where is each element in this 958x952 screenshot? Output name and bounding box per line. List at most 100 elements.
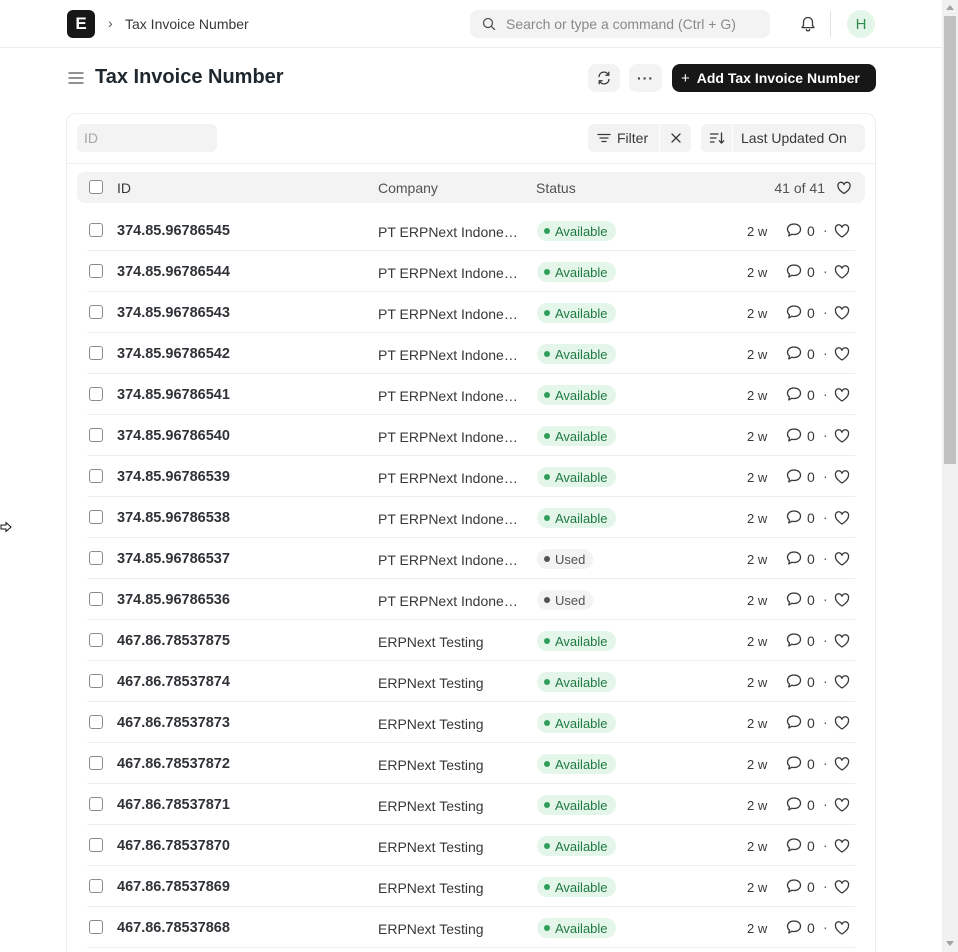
heart-icon[interactable]	[833, 837, 851, 855]
heart-icon[interactable]	[833, 550, 851, 568]
refresh-button[interactable]	[588, 64, 620, 92]
scrollbar-thumb[interactable]	[944, 16, 956, 464]
row-checkbox[interactable]	[89, 879, 103, 893]
row-checkbox[interactable]	[89, 510, 103, 524]
row-id-link[interactable]: 467.86.78537868	[117, 920, 230, 936]
row-checkbox[interactable]	[89, 551, 103, 565]
row-modified-time: 2 w	[747, 306, 768, 321]
list-row[interactable]: 467.86.78537874 ERPNext Testing Available 2…	[77, 661, 865, 702]
more-actions-button[interactable]: ···	[629, 64, 662, 92]
list-row[interactable]: 374.85.96786536 PT ERPNext Indonesia Used 2…	[77, 579, 865, 620]
list-row[interactable]: 467.86.78537872 ERPNext Testing Available 2…	[77, 743, 865, 784]
scroll-down-arrow-icon[interactable]	[946, 941, 954, 946]
list-row[interactable]: 374.85.96786542 PT ERPNext Indonesia Avail…	[77, 333, 865, 374]
row-modified-time: 2 w	[747, 921, 768, 936]
row-checkbox[interactable]	[89, 469, 103, 483]
list-row[interactable]: 374.85.96786537 PT ERPNext Indonesia Used 2…	[77, 538, 865, 579]
list-row[interactable]: 374.85.96786545 PT ERPNext Indonesia Avail…	[77, 210, 865, 251]
row-id-link[interactable]: 374.85.96786542	[117, 346, 230, 362]
app-logo[interactable]: E	[67, 10, 95, 38]
list-row[interactable]: 467.86.78537868 ERPNext Testing Available 2…	[77, 907, 865, 948]
row-id-link[interactable]: 467.86.78537869	[117, 879, 230, 895]
row-checkbox[interactable]	[89, 633, 103, 647]
row-id-link[interactable]: 374.85.96786537	[117, 551, 230, 567]
row-checkbox[interactable]	[89, 756, 103, 770]
row-id-link[interactable]: 467.86.78537874	[117, 674, 230, 690]
search-input[interactable]	[506, 16, 756, 32]
row-id-link[interactable]: 374.85.96786539	[117, 469, 230, 485]
heart-icon[interactable]	[836, 180, 852, 196]
list-row[interactable]: 374.85.96786538 PT ERPNext Indonesia Avail…	[77, 497, 865, 538]
row-checkbox[interactable]	[89, 674, 103, 688]
row-id-link[interactable]: 374.85.96786541	[117, 387, 230, 403]
awesomebar[interactable]	[470, 10, 770, 38]
heart-icon[interactable]	[833, 919, 851, 937]
breadcrumb-link[interactable]: Tax Invoice Number	[125, 16, 249, 32]
row-checkbox[interactable]	[89, 920, 103, 934]
bell-icon[interactable]	[798, 14, 818, 34]
status-badge: Available	[537, 836, 616, 856]
sidebar-toggle-icon[interactable]	[68, 70, 84, 86]
row-checkbox[interactable]	[89, 715, 103, 729]
add-tax-invoice-number-button[interactable]: + Add Tax Invoice Number	[672, 64, 876, 92]
separator-dot: ·	[823, 755, 828, 771]
sort-field-selector[interactable]: Last Updated On	[733, 124, 865, 152]
row-checkbox[interactable]	[89, 838, 103, 852]
select-all-checkbox[interactable]	[89, 180, 103, 194]
list-row[interactable]: 374.85.96786543 PT ERPNext Indonesia Avail…	[77, 292, 865, 333]
heart-icon[interactable]	[833, 386, 851, 404]
page-scrollbar[interactable]	[942, 0, 958, 952]
row-id-link[interactable]: 374.85.96786545	[117, 223, 230, 239]
row-id-link[interactable]: 374.85.96786540	[117, 428, 230, 444]
list-row[interactable]: 374.85.96786539 PT ERPNext Indonesia Avail…	[77, 456, 865, 497]
list-row[interactable]: 374.85.96786544 PT ERPNext Indonesia Avail…	[77, 251, 865, 292]
comment-icon	[786, 305, 802, 319]
heart-icon[interactable]	[833, 509, 851, 527]
row-checkbox[interactable]	[89, 592, 103, 606]
list-row[interactable]: 467.86.78537875 ERPNext Testing Available 2…	[77, 620, 865, 661]
row-checkbox[interactable]	[89, 223, 103, 237]
heart-icon[interactable]	[833, 222, 851, 240]
heart-icon[interactable]	[833, 673, 851, 691]
row-checkbox[interactable]	[89, 387, 103, 401]
row-comment-count: 0	[807, 879, 815, 895]
list-row[interactable]: 467.86.78537870 ERPNext Testing Available 2…	[77, 825, 865, 866]
row-checkbox[interactable]	[89, 797, 103, 811]
heart-icon[interactable]	[833, 468, 851, 486]
list-row[interactable]: 467.86.78537873 ERPNext Testing Available 2…	[77, 702, 865, 743]
row-id-link[interactable]: 467.86.78537873	[117, 715, 230, 731]
row-id-link[interactable]: 467.86.78537871	[117, 797, 230, 813]
row-checkbox[interactable]	[89, 305, 103, 319]
row-id-link[interactable]: 374.85.96786543	[117, 305, 230, 321]
filter-button[interactable]: Filter	[588, 124, 659, 152]
heart-icon[interactable]	[833, 714, 851, 732]
row-id-link[interactable]: 467.86.78537875	[117, 633, 230, 649]
row-id-link[interactable]: 374.85.96786538	[117, 510, 230, 526]
list-row[interactable]: 374.85.96786540 PT ERPNext Indonesia Avail…	[77, 415, 865, 456]
sort-direction-button[interactable]	[701, 124, 732, 152]
heart-icon[interactable]	[833, 755, 851, 773]
heart-icon[interactable]	[833, 304, 851, 322]
heart-icon[interactable]	[833, 796, 851, 814]
heart-icon[interactable]	[833, 263, 851, 281]
row-checkbox[interactable]	[89, 264, 103, 278]
user-avatar[interactable]: H	[847, 10, 875, 38]
row-id-link[interactable]: 374.85.96786544	[117, 264, 230, 280]
row-id-link[interactable]: 374.85.96786536	[117, 592, 230, 608]
heart-icon[interactable]	[833, 878, 851, 896]
clear-filters-button[interactable]	[660, 124, 691, 152]
row-id-link[interactable]: 467.86.78537870	[117, 838, 230, 854]
row-checkbox[interactable]	[89, 346, 103, 360]
heart-icon[interactable]	[833, 632, 851, 650]
id-filter-input[interactable]	[77, 124, 217, 152]
row-id-link[interactable]: 467.86.78537872	[117, 756, 230, 772]
list-row[interactable]: 467.86.78537869 ERPNext Testing Available 2…	[77, 866, 865, 907]
heart-icon[interactable]	[833, 427, 851, 445]
row-company: ERPNext Testing	[378, 839, 484, 855]
scroll-up-arrow-icon[interactable]	[946, 5, 954, 10]
heart-icon[interactable]	[833, 345, 851, 363]
heart-icon[interactable]	[833, 591, 851, 609]
list-row[interactable]: 467.86.78537871 ERPNext Testing Available 2…	[77, 784, 865, 825]
list-row[interactable]: 374.85.96786541 PT ERPNext Indonesia Avail…	[77, 374, 865, 415]
row-checkbox[interactable]	[89, 428, 103, 442]
